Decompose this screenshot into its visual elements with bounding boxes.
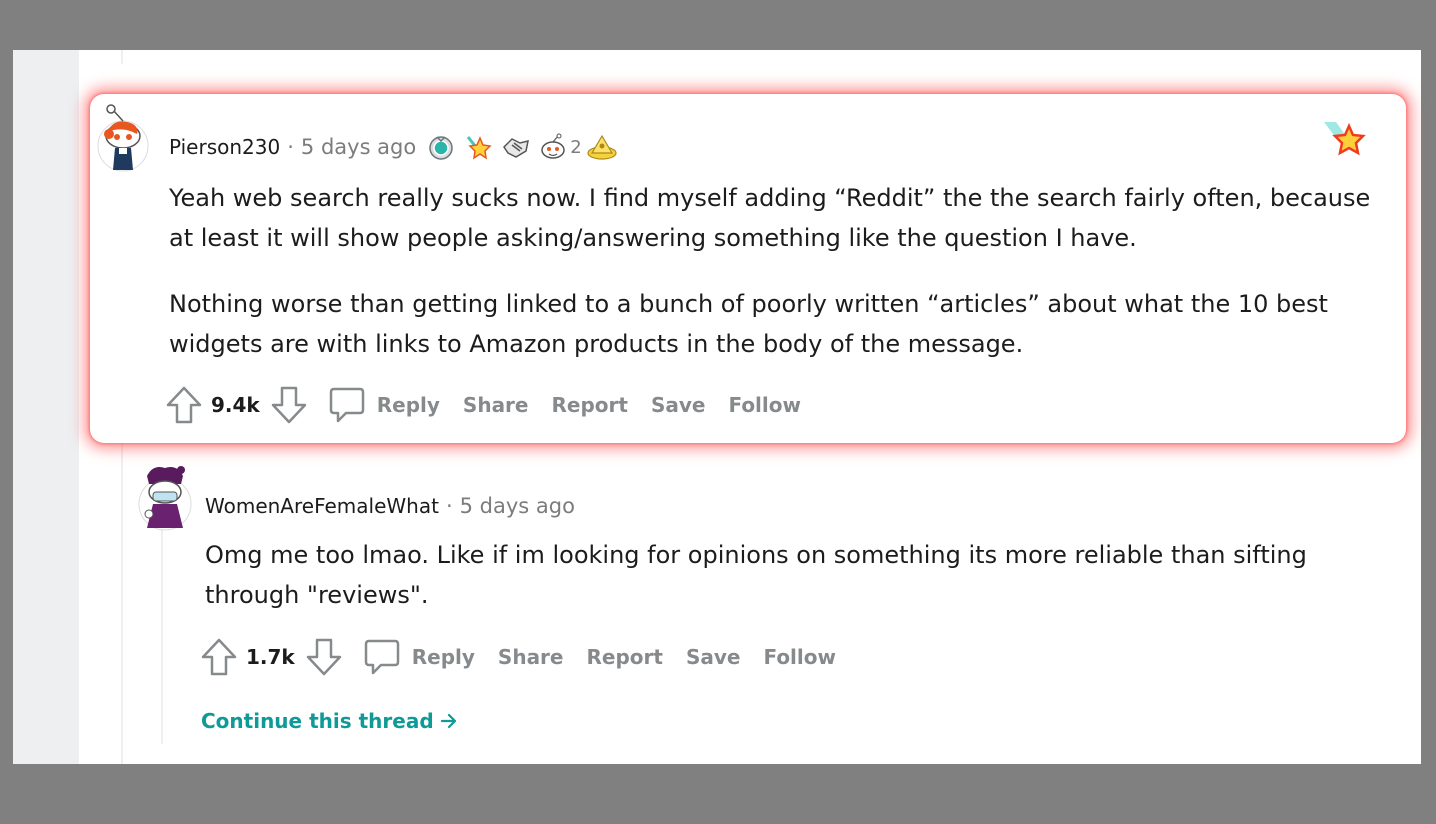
username[interactable]: WomenAreFemaleWhat (205, 494, 439, 518)
thread-line[interactable] (121, 440, 123, 764)
report-button[interactable]: Report (552, 393, 628, 417)
follow-button[interactable]: Follow (763, 645, 836, 669)
reply-header: WomenAreFemaleWhat · 5 days ago (205, 491, 575, 521)
timestamp[interactable]: 5 days ago (460, 494, 575, 518)
share-button[interactable]: Share (498, 645, 564, 669)
comment-paragraph: Yeah web search really sucks now. I find… (169, 184, 1371, 252)
downvote-arrow-icon[interactable] (270, 385, 308, 425)
meta-separator: · (445, 494, 453, 518)
upvote-arrow-icon[interactable] (200, 637, 238, 677)
share-button[interactable]: Share (463, 393, 529, 417)
snoo-avatar-icon (138, 466, 192, 531)
comment-bubble-icon (328, 385, 366, 425)
vote-score: 1.7k (246, 645, 295, 669)
user-avatar[interactable] (137, 462, 193, 532)
continue-thread-link[interactable]: Continue this thread (201, 706, 459, 736)
handshake-award-icon[interactable] (500, 133, 532, 161)
comment-bubble-icon (363, 637, 401, 677)
report-button[interactable]: Report (587, 645, 663, 669)
reply-label: Reply (376, 393, 440, 417)
meta-separator: · (287, 135, 294, 159)
thread-line[interactable] (121, 50, 123, 64)
timestamp[interactable]: 5 days ago (301, 135, 416, 159)
reply-button[interactable]: Reply (328, 385, 463, 425)
user-avatar[interactable] (97, 104, 149, 174)
wholesome-snoo-award-icon[interactable] (538, 133, 568, 161)
reply-body: Omg me too lmao. Like if im looking for … (205, 535, 1385, 615)
gold-pyramid-award-icon[interactable] (586, 133, 618, 161)
comment-paragraph: Omg me too lmao. Like if im looking for … (205, 541, 1307, 609)
upvote-arrow-icon[interactable] (165, 385, 203, 425)
reply-label: Reply (411, 645, 475, 669)
comment-paragraph: Nothing worse than getting linked to a b… (169, 290, 1328, 358)
left-gutter (13, 50, 79, 764)
highlighted-comment: Pierson230 · 5 days ago 2 Yeah web searc… (90, 94, 1406, 443)
continue-thread-label: Continue this thread (201, 709, 434, 733)
save-button[interactable]: Save (651, 393, 706, 417)
silver-medal-award-icon[interactable] (426, 133, 456, 161)
save-button[interactable]: Save (686, 645, 741, 669)
comment-actions: 9.4k Reply Share Report Save Follow (165, 384, 824, 426)
username[interactable]: Pierson230 (169, 135, 280, 159)
follow-button[interactable]: Follow (728, 393, 801, 417)
award-count: 2 (570, 136, 582, 158)
comment-body: Yeah web search really sucks now. I find… (169, 178, 1399, 364)
star-award-badge-icon[interactable] (1322, 118, 1368, 160)
comment-header: Pierson230 · 5 days ago 2 (169, 132, 624, 162)
reply-actions: 1.7k Reply Share Report Save Follow (200, 636, 859, 678)
vote-score: 9.4k (211, 393, 260, 417)
thread-line[interactable] (161, 530, 163, 744)
downvote-arrow-icon[interactable] (305, 637, 343, 677)
arrow-right-icon (439, 711, 459, 731)
snoo-avatar-icon (97, 104, 149, 172)
starstruck-award-icon[interactable] (462, 133, 494, 161)
reply-button[interactable]: Reply (363, 637, 498, 677)
